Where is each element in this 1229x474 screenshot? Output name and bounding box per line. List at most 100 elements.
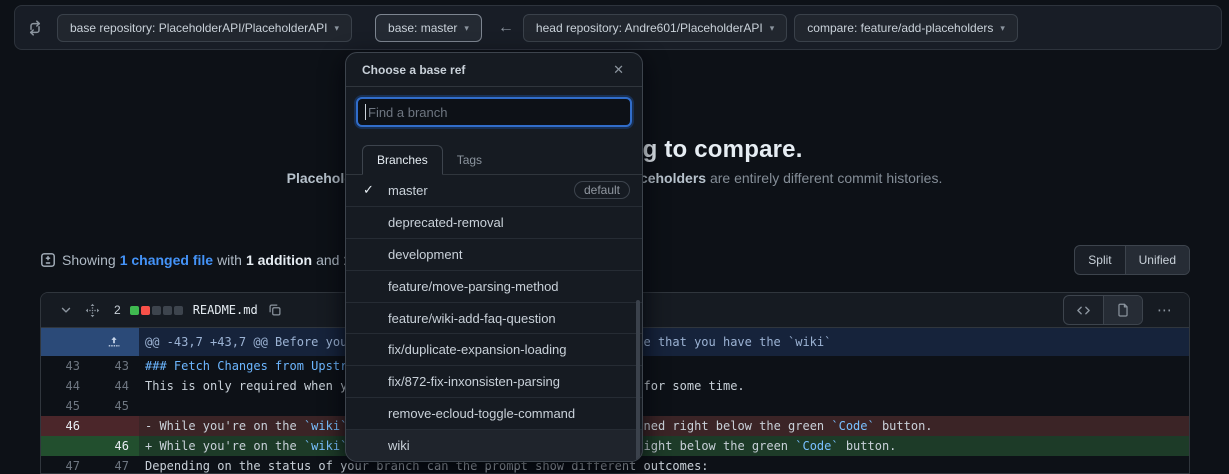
chevron-down-icon: ▾ [334,23,339,34]
new-line-number [90,416,139,436]
view-source-button[interactable] [1064,296,1103,324]
base-branch-button[interactable]: base: master ▾ [375,14,482,42]
expand-up-icon [107,335,121,349]
diff-filename: README.md [193,303,258,317]
new-line-number: 47 [90,456,139,474]
code-span: `Code` [795,439,838,453]
branch-item[interactable]: fix/872-fix-inxonsisten-parsing [346,365,642,397]
branch-item[interactable]: development [346,238,642,270]
view-rendered-button[interactable] [1103,296,1142,324]
code-span: `Code` [831,419,874,433]
new-line-number: 44 [90,376,139,396]
code-icon [1076,303,1091,318]
histories-text: are entirely different commit histories. [706,170,942,186]
branch-name: development [388,247,462,262]
showing-text: Showing [62,252,116,268]
code-text: - While you're on the [145,419,304,433]
line-content: This is only required when your fork has… [139,376,1189,396]
code-text: ### Fetch Changes from Upstream [145,359,369,373]
old-line-number: 45 [41,396,90,416]
branch-item[interactable]: feature/wiki-add-faq-question [346,302,642,334]
branch-item[interactable]: fix/duplicate-expansion-loading [346,333,642,365]
code-span: `wiki` [304,439,347,453]
chevron-down-icon: ▾ [770,23,775,34]
expand-hunk-button[interactable] [41,328,139,356]
branch-list: ✓ master default deprecated-removal deve… [346,175,642,461]
text-cursor [365,104,366,120]
branch-search-area [346,87,642,139]
old-line-number: 47 [41,456,90,474]
new-line-number: 43 [90,356,139,376]
branch-item-wiki[interactable]: wiki [346,429,642,461]
branch-name: feature/move-parsing-method [388,279,559,294]
copy-path-icon[interactable] [268,303,282,317]
tab-tags[interactable]: Tags [443,146,496,174]
code-text: button. [875,419,933,433]
branch-name: wiki [388,438,410,453]
addition-square-icon [130,306,139,315]
branch-item-master[interactable]: ✓ master default [346,175,642,206]
find-branch-input[interactable] [356,97,632,127]
branch-item[interactable]: remove-ecloud-toggle-command [346,397,642,429]
drag-handle-icon[interactable] [85,303,100,318]
collapse-chevron-icon[interactable] [59,303,73,317]
line-content [139,396,1189,416]
branch-name: fix/872-fix-inxonsisten-parsing [388,374,560,389]
file-icon [1116,303,1130,317]
code-span: `wiki` [304,419,347,433]
and-text: and [316,252,339,268]
code-text: button. [839,439,897,453]
ref-type-tabs: Branches Tags [346,139,642,175]
neutral-square-icon [174,306,183,315]
old-line-number [41,436,90,456]
compare-branch-button[interactable]: compare: feature/add-placeholders ▾ [794,14,1018,42]
compare-page: base repository: PlaceholderAPI/Placehol… [0,0,1229,474]
new-line-number: 45 [90,396,139,416]
close-icon[interactable]: ✕ [611,60,626,80]
compare-branch-label: compare: feature/add-placeholders [807,21,993,35]
scrollbar-thumb[interactable] [636,300,640,462]
default-badge: default [574,181,630,199]
deletion-square-icon [141,306,150,315]
changed-file-link[interactable]: 1 changed file [120,252,213,268]
new-line-number: 46 [90,436,139,456]
dropdown-header: Choose a base ref ✕ [346,53,642,87]
diff-stat-squares [130,306,183,315]
branch-name: remove-ecloud-toggle-command [388,406,575,421]
branch-item[interactable]: feature/move-parsing-method [346,270,642,302]
changed-lines-count: 2 [114,303,121,317]
old-line-number: 43 [41,356,90,376]
with-text: with [217,252,242,268]
unified-view-button[interactable]: Unified [1125,246,1189,274]
old-line-number: 44 [41,376,90,396]
base-branch-label: base: master [388,21,457,35]
hunk-header-text: @@ -43,7 +43,7 @@ Before you open a new … [139,328,1189,356]
code-text: + While you're on the [145,439,304,453]
head-repository-button[interactable]: head repository: Andre601/PlaceholderAPI… [523,14,787,42]
branch-item[interactable]: deprecated-removal [346,206,642,238]
branch-name: deprecated-removal [388,215,504,230]
line-content: + While you're on the `wiki` branch, pre… [139,436,1189,456]
additions-text: 1 addition [246,252,312,268]
line-content: - While you're on the `wiki` branch, pre… [139,416,1189,436]
dropdown-title: Choose a base ref [362,63,465,77]
tab-branches[interactable]: Branches [362,145,443,175]
neutral-square-icon [152,306,161,315]
chevron-down-icon: ▾ [1000,23,1005,34]
file-header-actions: ⋯ [1063,295,1179,325]
file-diff-icon [40,252,56,268]
split-view-button[interactable]: Split [1075,246,1124,274]
branch-name: fix/duplicate-expansion-loading [388,342,567,357]
compare-selector-bar: base repository: PlaceholderAPI/Placehol… [14,5,1222,50]
base-ref-dropdown: Choose a base ref ✕ Branches Tags ✓ mast… [345,52,643,462]
base-repository-button[interactable]: base repository: PlaceholderAPI/Placehol… [57,14,352,42]
branch-name: master [388,183,428,198]
left-arrow-icon: ← [498,19,514,37]
chevron-down-icon: ▾ [464,23,469,34]
neutral-square-icon [163,306,172,315]
line-content: Depending on the status of your branch c… [139,456,1189,474]
base-repository-label: base repository: PlaceholderAPI/Placehol… [70,21,327,35]
git-compare-icon [27,20,43,36]
file-options-kebab-icon[interactable]: ⋯ [1151,299,1179,321]
old-line-number: 46 [41,416,90,436]
